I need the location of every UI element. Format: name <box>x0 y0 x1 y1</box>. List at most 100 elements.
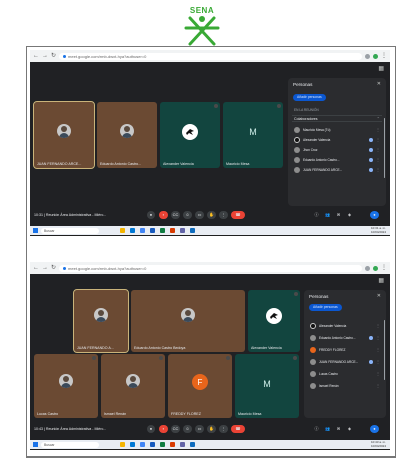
info-icon[interactable]: ⓘ <box>312 425 321 433</box>
participant-tile[interactable]: M Mauricio Mesa <box>223 102 283 168</box>
participant-tile[interactable]: Ismael Renán <box>101 354 165 418</box>
more-options-button[interactable]: ⋮ <box>219 424 228 433</box>
person-row[interactable]: Lucas Castro ⋮ <box>310 370 380 377</box>
participant-tile[interactable]: M Mauricio Mesa <box>235 354 299 418</box>
activities-icon[interactable]: ◈ <box>345 211 354 219</box>
chat-icon[interactable]: ✉ <box>334 425 343 433</box>
profile-icon[interactable] <box>373 53 378 59</box>
powerpoint-icon[interactable] <box>170 442 175 447</box>
taskbar-search[interactable]: Buscar <box>41 441 99 448</box>
chat-icon[interactable]: ✉ <box>334 211 343 219</box>
more-icon[interactable]: ⋮ <box>376 347 380 352</box>
taskbar-search[interactable]: Buscar <box>41 227 99 234</box>
present-button[interactable]: ▭ <box>195 424 204 433</box>
participant-tile[interactable]: Alexander Valencia <box>160 102 220 168</box>
person-row[interactable]: Eduardo Antonio Castro... ⋮ <box>310 334 380 341</box>
person-row[interactable]: JUAN FERNANDO ARCE... ⋮ <box>294 166 380 173</box>
panel-scrollbar[interactable] <box>383 118 385 178</box>
extension-icon[interactable] <box>365 53 370 59</box>
layout-icon[interactable]: ▦ <box>378 66 384 72</box>
person-row[interactable]: JUAN FERNANDO ARCE... ⋮ <box>310 358 380 365</box>
reload-icon[interactable]: ↻ <box>51 53 56 59</box>
file-explorer-icon[interactable] <box>120 228 125 233</box>
end-call-button[interactable]: ☎ <box>231 424 245 433</box>
participant-tile[interactable]: Alexander Valencia <box>248 290 300 352</box>
mic-button[interactable]: ● <box>147 210 155 219</box>
edge-icon[interactable] <box>130 228 135 233</box>
participant-tile[interactable]: Eduardo Antonio Castro... <box>97 102 157 168</box>
powerpoint-icon[interactable] <box>170 228 175 233</box>
people-icon[interactable]: 👥 <box>323 425 332 433</box>
back-icon[interactable]: ← <box>33 53 39 59</box>
chrome-icon[interactable] <box>140 442 145 447</box>
more-icon[interactable]: ⋮ <box>376 323 380 328</box>
person-row[interactable]: Ismael Renán ⋮ <box>310 382 380 389</box>
more-options-button[interactable]: ⋮ <box>219 210 228 219</box>
raise-hand-button[interactable]: ✋ <box>207 210 216 219</box>
captions-button[interactable]: CC <box>171 424 180 433</box>
person-row[interactable]: Alexander Valencia ⋮ <box>294 136 380 143</box>
file-explorer-icon[interactable] <box>120 442 125 447</box>
profile-icon[interactable] <box>373 265 378 271</box>
activities-icon[interactable]: ◈ <box>345 425 354 433</box>
outlook-icon[interactable] <box>190 442 195 447</box>
layout-icon[interactable]: ▦ <box>378 278 384 284</box>
participant-tile[interactable]: JUAN FERNANDO ARCE... <box>33 101 95 169</box>
teams-icon[interactable] <box>180 228 185 233</box>
add-people-button[interactable]: Añadir personas <box>309 304 342 311</box>
more-icon[interactable]: ⋮ <box>376 383 380 388</box>
reload-icon[interactable]: ↻ <box>51 265 56 271</box>
taskbar-clock[interactable]: 10:43 a. m. 10/04/2024 <box>371 440 386 448</box>
camera-off-button[interactable]: ▪ <box>159 424 168 433</box>
menu-icon[interactable]: ⋮ <box>381 53 387 59</box>
more-icon[interactable]: ⋮ <box>376 137 380 142</box>
people-icon[interactable]: 👥 <box>323 211 332 219</box>
info-icon[interactable]: ⓘ <box>312 211 321 219</box>
windows-start-icon[interactable] <box>33 442 38 447</box>
host-controls-button[interactable]: ● <box>370 424 379 433</box>
back-icon[interactable]: ← <box>33 265 39 271</box>
participant-tile[interactable]: Lucas Castro <box>34 354 98 418</box>
captions-button[interactable]: CC <box>171 210 180 219</box>
teams-icon[interactable] <box>180 442 185 447</box>
outlook-icon[interactable] <box>190 228 195 233</box>
person-row[interactable]: Alexander Valencia ⋮ <box>310 322 380 329</box>
more-icon[interactable]: ⋮ <box>376 127 380 132</box>
end-call-button[interactable]: ☎ <box>231 210 245 219</box>
emoji-button[interactable]: ☺ <box>183 210 192 219</box>
more-icon[interactable]: ⋮ <box>376 359 380 364</box>
more-icon[interactable]: ⋮ <box>376 147 380 152</box>
participant-tile[interactable]: F FREDDY FLOREZ <box>168 354 232 418</box>
more-icon[interactable]: ⋮ <box>376 157 380 162</box>
host-controls-button[interactable]: ● <box>370 210 379 219</box>
close-icon[interactable]: ✕ <box>377 81 381 87</box>
more-icon[interactable]: ⋮ <box>376 371 380 376</box>
person-row[interactable]: Mauricio Mesa (Tú) ⋮ <box>294 126 380 133</box>
participant-tile[interactable]: JUAN FERNANDO A... <box>73 289 129 353</box>
word-icon[interactable] <box>150 442 155 447</box>
more-icon[interactable]: ⋮ <box>376 167 380 172</box>
excel-icon[interactable] <box>160 228 165 233</box>
edge-icon[interactable] <box>130 442 135 447</box>
taskbar-clock[interactable]: 10:31 a. m. 10/04/2024 <box>371 226 386 234</box>
forward-icon[interactable]: → <box>42 53 48 59</box>
emoji-button[interactable]: ☺ <box>183 424 192 433</box>
address-bar[interactable]: meet.google.com/rmb-dwxt-hya?authuser=0 <box>59 52 362 60</box>
mic-button[interactable]: ● <box>147 424 155 433</box>
menu-icon[interactable]: ⋮ <box>381 265 387 271</box>
excel-icon[interactable] <box>160 442 165 447</box>
raise-hand-button[interactable]: ✋ <box>207 424 216 433</box>
address-bar[interactable]: meet.google.com/rmb-dwxt-hya?authuser=0 <box>59 264 362 272</box>
close-icon[interactable]: ✕ <box>377 293 381 299</box>
panel-scrollbar[interactable] <box>383 320 385 380</box>
more-icon[interactable]: ⋮ <box>376 335 380 340</box>
participant-tile[interactable]: Eduardo Antonio Castro Bedoya <box>131 290 245 352</box>
extension-icon[interactable] <box>365 265 370 271</box>
person-row[interactable]: FREDDY FLOREZ ⋮ <box>310 346 380 353</box>
windows-start-icon[interactable] <box>33 228 38 233</box>
word-icon[interactable] <box>150 228 155 233</box>
collaborators-group[interactable]: Colaboradores ⌃ <box>292 115 382 122</box>
person-row[interactable]: Eduardo Antonio Castro... ⋮ <box>294 156 380 163</box>
camera-off-button[interactable]: ▪ <box>159 210 168 219</box>
person-row[interactable]: Jhon Cruz ⋮ <box>294 146 380 153</box>
